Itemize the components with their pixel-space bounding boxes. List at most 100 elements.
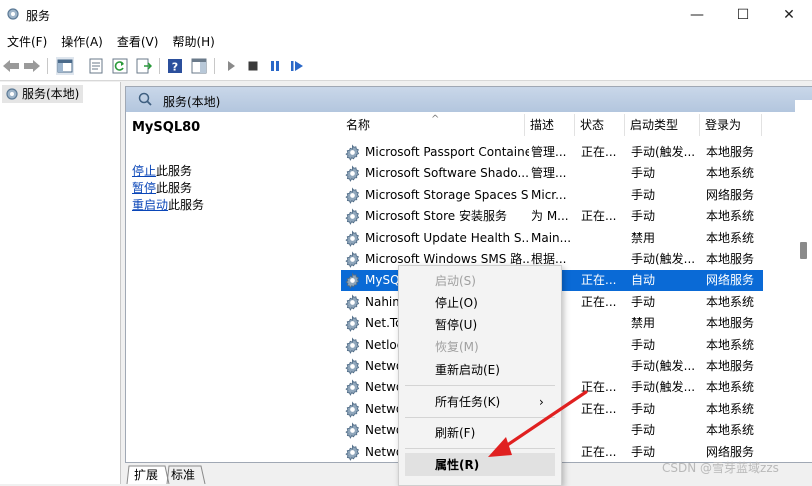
service-gear-icon xyxy=(345,315,360,333)
service-gear-icon xyxy=(345,358,360,375)
menu-separator xyxy=(405,385,555,386)
cell-startup: 手动(触发... xyxy=(631,380,696,395)
menu-item-stop[interactable]: 停止(O) xyxy=(435,292,478,314)
minimize-button[interactable]: — xyxy=(674,0,720,30)
service-gear-icon xyxy=(345,444,360,461)
cell-status: 正在... xyxy=(581,380,617,395)
tab-standard[interactable]: 标准 xyxy=(166,466,200,484)
cell-desc: Main... xyxy=(531,230,572,245)
export-list-icon[interactable] xyxy=(135,57,153,75)
svg-text:?: ? xyxy=(172,61,178,74)
menu-action[interactable]: 操作(A) xyxy=(54,30,110,52)
cell-status: 正在... xyxy=(581,294,617,309)
tab-extended[interactable]: 扩展 xyxy=(129,466,163,484)
submenu-arrow-icon: › xyxy=(539,395,544,409)
menu-view[interactable]: 查看(V) xyxy=(110,30,166,52)
cell-logon: 本地系统 xyxy=(706,380,755,395)
action-pane-icon[interactable] xyxy=(190,57,208,75)
panel-header-title: 服务(本地) xyxy=(163,95,221,109)
column-header-logon-as[interactable]: 登录为 xyxy=(700,114,762,136)
menu-help[interactable]: 帮助(H) xyxy=(165,30,221,52)
stop-service-action: 停止此服务 xyxy=(132,163,332,180)
cell-logon: 本地系统 xyxy=(706,337,755,352)
cell-name: Microsoft Passport Container xyxy=(365,145,529,159)
menu-separator xyxy=(405,448,555,449)
cell-name: Microsoft Update Health S... xyxy=(365,230,529,245)
column-header-startup-type[interactable]: 启动类型 xyxy=(625,114,700,136)
cell-startup: 禁用 xyxy=(631,316,656,331)
show-hide-console-tree-icon[interactable] xyxy=(56,57,74,75)
forward-arrow-icon[interactable] xyxy=(23,57,41,75)
tree-item-services-local[interactable]: 服务(本地) xyxy=(2,85,84,103)
table-row[interactable]: Microsoft Passport Container 管理... 正在... 手动… xyxy=(341,142,763,163)
cell-logon: 本地服务 xyxy=(706,252,755,266)
restart-service-icon[interactable] xyxy=(288,57,306,75)
menu-item-pause[interactable]: 暂停(U) xyxy=(435,314,477,336)
vertical-scrollbar[interactable] xyxy=(795,100,812,461)
service-gear-icon xyxy=(345,294,360,311)
title-bar: 服务 — ☐ ✕ xyxy=(0,0,812,30)
cell-startup: 手动(触发... xyxy=(631,145,696,159)
table-row[interactable]: Microsoft Store 安装服务 为 M... 正在... 手动 本地系统 xyxy=(341,206,763,227)
stop-service-link[interactable]: 停止 xyxy=(132,164,156,178)
cell-logon: 本地系统 xyxy=(706,166,755,181)
table-row[interactable]: Microsoft Software Shado... 管理... 手动 本地系统 xyxy=(341,163,763,184)
service-gear-icon xyxy=(345,251,360,268)
cell-status: 正在... xyxy=(581,209,617,224)
services-gear-icon xyxy=(7,8,19,20)
menu-item-start[interactable]: 启动(S) xyxy=(435,270,476,292)
cell-status: 正在... xyxy=(581,273,617,288)
cell-status: 正在... xyxy=(581,444,617,459)
cell-logon: 本地系统 xyxy=(706,230,755,245)
service-gear-icon xyxy=(345,337,360,354)
help-icon[interactable]: ? xyxy=(166,57,184,75)
cell-name: Microsoft Storage Spaces S... xyxy=(365,187,529,202)
cell-desc: Micr... xyxy=(531,187,567,202)
restart-service-link[interactable]: 重启动 xyxy=(132,198,168,212)
pause-service-link[interactable]: 暂停 xyxy=(132,181,156,195)
stop-service-suffix: 此服务 xyxy=(156,164,193,178)
table-row[interactable]: Microsoft Storage Spaces S... Micr... 手动 网络… xyxy=(341,185,763,206)
tree-item-label: 服务(本地) xyxy=(22,87,80,101)
service-gear-icon xyxy=(345,144,360,161)
cell-startup: 手动 xyxy=(631,337,656,352)
cell-logon: 本地服务 xyxy=(706,359,755,373)
menu-item-restart[interactable]: 重新启动(E) xyxy=(435,359,500,381)
pause-service-suffix: 此服务 xyxy=(156,181,193,195)
column-header-name[interactable]: ^ 名称 xyxy=(341,114,525,136)
menu-item-all-tasks[interactable]: 所有任务(K) xyxy=(435,391,500,413)
search-gear-icon xyxy=(138,92,152,106)
maximize-button[interactable]: ☐ xyxy=(720,0,766,30)
cell-startup: 手动 xyxy=(631,209,656,224)
column-header-description[interactable]: 描述 xyxy=(525,114,575,136)
menu-item-refresh[interactable]: 刷新(F) xyxy=(435,422,475,444)
cell-status: 正在... xyxy=(581,401,617,416)
refresh-icon[interactable] xyxy=(111,57,129,75)
console-tree: 服务(本地) xyxy=(0,82,121,484)
stop-service-icon[interactable] xyxy=(244,57,262,75)
cell-logon: 本地系统 xyxy=(706,401,755,416)
close-icon: ✕ xyxy=(783,7,795,23)
cell-logon: 网络服务 xyxy=(706,273,755,288)
sort-ascending-icon: ^ xyxy=(431,114,440,125)
service-gear-icon xyxy=(345,208,360,226)
service-gear-icon xyxy=(345,379,360,397)
start-service-icon[interactable] xyxy=(222,57,240,75)
menu-item-properties[interactable]: 属性(R) xyxy=(435,454,479,476)
menu-file[interactable]: 文件(F) xyxy=(0,30,54,52)
cell-logon: 本地系统 xyxy=(706,294,755,309)
table-row[interactable]: Microsoft Update Health S... Main... 禁用 本地系… xyxy=(341,228,763,249)
scrollbar-thumb[interactable] xyxy=(800,242,807,259)
back-arrow-icon[interactable] xyxy=(2,57,20,75)
maximize-icon: ☐ xyxy=(736,7,750,23)
pause-service-icon[interactable] xyxy=(266,57,284,75)
cell-name: Microsoft Store 安装服务 xyxy=(365,209,507,224)
column-header-status[interactable]: 状态 xyxy=(575,114,625,136)
selected-service-name: MySQL80 xyxy=(132,120,201,135)
close-button[interactable]: ✕ xyxy=(766,0,812,30)
menu-highlight xyxy=(405,453,555,476)
properties-icon[interactable] xyxy=(87,57,105,75)
menu-item-resume[interactable]: 恢复(M) xyxy=(435,336,479,358)
cell-startup: 手动 xyxy=(631,423,656,438)
pause-service-action: 暂停此服务 xyxy=(132,180,332,197)
